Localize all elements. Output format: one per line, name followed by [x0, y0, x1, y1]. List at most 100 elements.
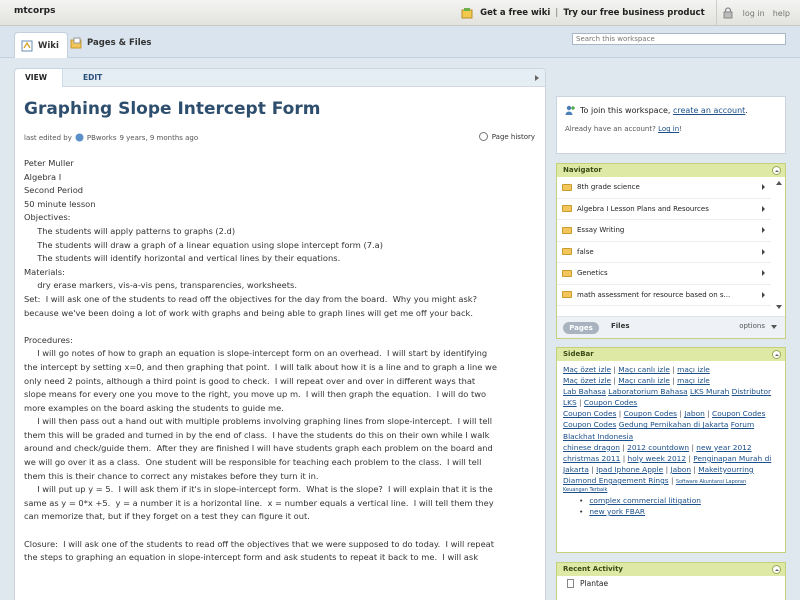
sidebar-link[interactable]: Maç özet izle — [563, 376, 611, 385]
recent-activity-label: Plantae — [580, 579, 609, 588]
sidebar-link[interactable]: maçı izle — [677, 376, 710, 385]
chevron-right-icon[interactable] — [762, 227, 765, 233]
workspace-name[interactable]: mtcorps — [14, 6, 55, 16]
sidebar-link[interactable]: Coupon Codes — [563, 409, 616, 418]
expand-arrow-icon[interactable] — [535, 75, 539, 81]
folder-icon — [562, 248, 572, 256]
sidebar-link[interactable]: chinese dragon — [563, 443, 620, 452]
sidebar-link[interactable]: Penginapan Murah di — [693, 454, 771, 463]
sidebar-link[interactable]: Lab Bahasa — [563, 387, 606, 396]
scroll-down-icon[interactable] — [776, 305, 782, 309]
sidebar-link[interactable]: LKS — [563, 398, 577, 407]
meta-author[interactable]: PBworks — [87, 134, 117, 142]
sidebar-link[interactable]: Forum — [731, 420, 754, 429]
files-toggle[interactable]: Files — [611, 322, 630, 330]
chevron-right-icon[interactable] — [762, 184, 765, 190]
sidebar-link[interactable]: Jabon — [670, 465, 691, 474]
sidebar-link[interactable]: Coupon Codes — [624, 409, 677, 418]
sidebar-line: Blackhat Indonesia — [563, 431, 779, 442]
join-prefix: To join this workspace, — [580, 105, 671, 115]
navigator-scrollbar[interactable] — [775, 179, 783, 311]
create-account-link[interactable]: create an account — [673, 106, 745, 115]
sidebar-link[interactable]: Ipad Iphone Apple — [596, 465, 663, 474]
collapse-icon[interactable] — [772, 350, 781, 359]
body-line: Objectives: — [24, 212, 71, 223]
recent-activity-item[interactable]: Plantae — [557, 576, 785, 591]
login-link-side[interactable]: Log in — [658, 125, 679, 133]
login-link[interactable]: log in — [739, 9, 769, 18]
sidebar-link[interactable]: Maçı canlı izle — [618, 376, 670, 385]
sidebar-link[interactable]: LKS Murah — [690, 387, 729, 396]
tab-edit[interactable]: EDIT — [73, 69, 112, 87]
chevron-right-icon[interactable] — [762, 291, 765, 298]
body-line: Set: I will ask one of the students to r… — [24, 293, 478, 304]
pages-toggle[interactable]: Pages — [563, 322, 599, 334]
sidebar-link[interactable]: holy week 2012 — [628, 454, 687, 463]
folder-icon — [70, 37, 82, 49]
options-dropdown-icon[interactable] — [771, 325, 777, 329]
sidebar-link[interactable]: Distributor — [732, 387, 771, 396]
navigator-item[interactable]: math assessment for resource based on s.… — [557, 285, 771, 306]
sidebar-link[interactable]: christmas 2011 — [563, 454, 620, 463]
page-body: Peter Muller Algebra I Second Period 50 min… — [24, 157, 536, 565]
sidebar-link[interactable]: 2012 countdown — [627, 443, 689, 452]
page-history-link[interactable]: Page history — [478, 132, 535, 141]
tab-wiki[interactable]: Wiki — [14, 32, 68, 58]
sidebar-link[interactable]: Software Akuntansi Laporan — [676, 479, 746, 485]
body-line: I will then pass out a hand out with mul… — [24, 416, 493, 427]
navigator-item[interactable]: false — [557, 242, 771, 263]
scroll-up-icon[interactable] — [776, 181, 782, 185]
body-line: Closure: I will ask one of the students … — [24, 538, 495, 549]
sidebar-link[interactable]: Coupon Codes — [584, 398, 637, 407]
business-product-link[interactable]: Try our free business product — [558, 8, 709, 18]
sidebar-title: SideBar — [563, 350, 594, 358]
navigator-item[interactable]: 8th grade science — [557, 177, 771, 199]
navigator-item-label: math assessment for resource based on s.… — [577, 290, 731, 299]
folder-icon — [562, 183, 572, 191]
search-input[interactable] — [572, 33, 786, 45]
sidebar-link[interactable]: Keuangan Terbaik — [563, 487, 607, 493]
chevron-right-icon[interactable] — [762, 248, 765, 255]
sidebar-link[interactable]: Makeityourring — [698, 465, 753, 474]
sidebar-bullet-link[interactable]: complex commercial litigation — [589, 496, 701, 505]
sidebar-link[interactable]: Gedung Pernikahan di Jakarta — [619, 420, 729, 429]
sidebar-link[interactable]: Jakarta — [563, 465, 589, 474]
folder-icon — [562, 226, 572, 234]
sidebar-link[interactable]: Blackhat Indonesia — [563, 432, 633, 441]
tab-pages-files[interactable]: Pages & Files — [64, 32, 159, 54]
navigator-item[interactable]: Genetics — [557, 263, 771, 285]
sidebar-link[interactable]: Maçı canlı izle — [618, 365, 670, 374]
body-line: Algebra I — [24, 171, 62, 182]
navigator-item[interactable]: Algebra I Lesson Plans and Resources — [557, 199, 771, 220]
tab-view[interactable]: VIEW — [15, 69, 63, 87]
sidebar-link[interactable]: Diamond Engagement Rings — [563, 476, 669, 485]
collapse-icon[interactable] — [772, 166, 781, 175]
workspace-nav: Wiki Pages & Files — [0, 26, 800, 58]
sidebar-link[interactable]: Coupon Codes — [563, 420, 616, 429]
navigator-item[interactable]: Essay Writing — [557, 220, 771, 242]
sidebar-link[interactable]: Maç özet izle — [563, 365, 611, 374]
get-free-wiki-link[interactable]: Get a free wiki — [475, 8, 555, 18]
sidebar-link[interactable]: Coupon Codes — [712, 409, 765, 418]
sidebar-bullet-link[interactable]: new york FBAR — [589, 507, 645, 516]
sidebar-body: Maç özet izle | Maçı canlı izle | maçı i… — [557, 361, 785, 520]
top-right-links: Get a free wiki | Try our free business … — [455, 0, 800, 26]
body-line: only need 2 points, although a third poi… — [24, 375, 476, 386]
sidebar-link[interactable]: maçı izle — [677, 365, 710, 374]
chevron-right-icon[interactable] — [762, 270, 765, 276]
divider — [715, 0, 717, 26]
sidebar-sep: | — [613, 365, 616, 374]
help-link[interactable]: help — [769, 9, 794, 18]
sidebar-link[interactable]: Jabon — [684, 409, 705, 418]
body-line: The students will identify horizontal an… — [24, 253, 341, 264]
sidebar-line: chinese dragon | 2012 countdown | new ye… — [563, 442, 779, 453]
collapse-icon[interactable] — [772, 565, 781, 574]
navigator-item-label: false — [577, 247, 594, 256]
options-link[interactable]: options — [739, 322, 765, 330]
chevron-right-icon[interactable] — [762, 205, 765, 212]
sidebar-link[interactable]: new year 2012 — [696, 443, 751, 452]
sidebar-link[interactable]: Laboratorium Bahasa — [608, 387, 687, 396]
sidebar-sep: | — [707, 409, 710, 419]
navigator-title: Navigator — [563, 166, 602, 174]
